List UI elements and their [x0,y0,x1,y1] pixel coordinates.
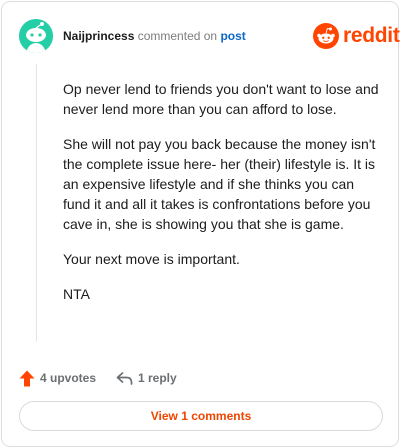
comment-header: Naijprincess commented on post reddit [19,19,400,53]
comment-actions: 4 upvotes 1 reply [19,368,379,388]
reply-arrow-icon [116,371,133,385]
comment-body: Op never lend to friends you don't want … [63,79,383,319]
reply-count: 1 reply [138,371,177,385]
view-comments-button[interactable]: View 1 comments [19,401,383,431]
upvote-count: 4 upvotes [40,371,97,385]
reddit-wordmark: reddit [343,24,400,47]
reply-button[interactable]: 1 reply [116,368,177,388]
comment-card: Naijprincess commented on post reddit Op… [1,1,400,447]
upvote-button[interactable]: 4 upvotes [19,368,96,388]
upvote-arrow-icon [19,370,35,386]
comment-paragraph: Your next move is important. [63,251,240,267]
comment-meta: Naijprincess commented on post [63,28,246,44]
reddit-snoo-icon [313,23,339,49]
commented-on-label: commented on [137,29,218,43]
snoo-avatar-icon[interactable] [19,19,53,53]
comment-paragraph: She will not pay you back because the mo… [63,136,376,232]
comment-paragraph: Op never lend to friends you don't want … [63,81,379,117]
comment-paragraph: NTA [63,286,90,302]
username-link[interactable]: Naijprincess [63,29,134,43]
post-link[interactable]: post [220,29,245,43]
reddit-logo[interactable]: reddit [313,23,400,49]
thread-line [36,64,37,342]
